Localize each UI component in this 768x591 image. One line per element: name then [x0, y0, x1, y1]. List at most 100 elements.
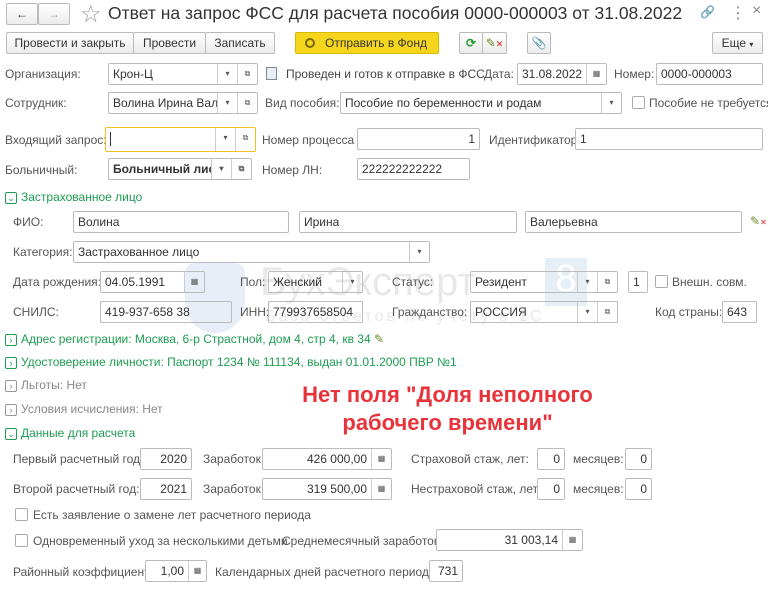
- annotation-line1: Нет поля "Доля неполного: [302, 382, 593, 407]
- nonins-months-field[interactable]: 0: [625, 478, 652, 500]
- birth-field[interactable]: 04.05.1991 ▦: [100, 271, 205, 293]
- calendar-icon[interactable]: ▦: [184, 272, 204, 292]
- more-label: Еще: [721, 36, 747, 50]
- coef-field[interactable]: 1,00 ▦: [145, 560, 207, 582]
- insured-section-toggle[interactable]: ⌄ Застрахованное лицо: [5, 190, 142, 204]
- dropdown-icon[interactable]: ▾: [217, 93, 237, 113]
- category-select[interactable]: Застрахованное лицо ▾: [73, 241, 430, 263]
- days-field[interactable]: 731: [429, 560, 463, 582]
- address-section-toggle[interactable]: › Адрес регистрации: Москва, 6-р Страстно…: [5, 332, 384, 346]
- external-combo-checkbox[interactable]: [655, 275, 668, 288]
- chevron-right-icon: ›: [5, 356, 17, 369]
- multi-children-label: Одновременный уход за несколькими детьми: [33, 534, 288, 548]
- calculator-icon[interactable]: ▦: [188, 561, 206, 581]
- birth-label: Дата рождения:: [13, 275, 101, 289]
- benefits-section-toggle[interactable]: › Льготы: Нет: [5, 378, 87, 392]
- year2-field[interactable]: 2021: [140, 478, 192, 500]
- calc-section-toggle[interactable]: ⌄ Данные для расчета: [5, 426, 135, 440]
- dropdown-icon[interactable]: ▾: [342, 272, 362, 292]
- not-required-checkbox[interactable]: [632, 96, 645, 109]
- ins-months-field[interactable]: 0: [625, 448, 652, 470]
- open-icon[interactable]: ⧉: [597, 272, 617, 292]
- dropdown-icon[interactable]: ▾: [409, 242, 429, 262]
- open-icon[interactable]: ⧉: [235, 128, 255, 151]
- months-label: месяцев:: [573, 452, 624, 466]
- open-icon[interactable]: ⧉: [237, 93, 257, 113]
- ins-years-field[interactable]: 0: [537, 448, 565, 470]
- date-label: Дата:: [484, 67, 514, 81]
- refresh-button[interactable]: ⟳: [459, 32, 483, 54]
- edit-clear-icon[interactable]: ✎✕: [750, 214, 767, 228]
- middle-name-field[interactable]: Валерьевна: [525, 211, 742, 233]
- calculator-icon[interactable]: ▦: [562, 530, 582, 550]
- multi-children-checkbox[interactable]: [15, 534, 28, 547]
- dropdown-icon[interactable]: ▾: [211, 159, 231, 179]
- coef-value: 1,00: [160, 564, 184, 578]
- benefit-select[interactable]: Пособие по беременности и родам ▾: [340, 92, 622, 114]
- open-icon[interactable]: ⧉: [237, 64, 257, 84]
- number-field[interactable]: 0000-000003: [656, 63, 763, 85]
- year1-field[interactable]: 2020: [140, 448, 192, 470]
- citizen-field[interactable]: РОССИЯ ▾ ⧉: [470, 301, 618, 323]
- dropdown-icon[interactable]: ▾: [217, 64, 237, 84]
- country-field[interactable]: 643: [722, 301, 757, 323]
- sick-field[interactable]: Больничный лист ▾ ⧉: [108, 158, 252, 180]
- replace-years-checkbox[interactable]: [15, 508, 28, 521]
- sex-select[interactable]: Женский ▾: [268, 271, 363, 293]
- nonins-years-field[interactable]: 0: [537, 478, 565, 500]
- citizen-label: Гражданство:: [392, 305, 468, 319]
- earn2-field[interactable]: 319 500,00 ▦: [262, 478, 392, 500]
- send-to-fund-button[interactable]: Отправить в Фонд: [295, 32, 439, 54]
- conditions-section-toggle[interactable]: › Условия исчисления: Нет: [5, 402, 163, 416]
- chevron-down-icon: ⌄: [5, 191, 17, 204]
- conditions-text: Условия исчисления: Нет: [21, 402, 163, 416]
- post-and-close-button[interactable]: Провести и закрыть: [6, 32, 134, 54]
- org-field[interactable]: Крон-Ц ▾ ⧉: [108, 63, 258, 85]
- calc-title: Данные для расчета: [21, 426, 136, 440]
- dropdown-icon[interactable]: ▾: [215, 128, 235, 151]
- clear-edit-button[interactable]: ✎✕: [482, 32, 507, 54]
- status-field[interactable]: Резидент ▾ ⧉: [470, 271, 618, 293]
- identity-section-toggle[interactable]: › Удостоверение личности: Паспорт 1234 № …: [5, 355, 457, 369]
- category-value: Застрахованное лицо: [78, 245, 200, 259]
- back-button[interactable]: ←: [6, 3, 38, 25]
- dropdown-icon[interactable]: ▾: [577, 272, 597, 292]
- dropdown-icon[interactable]: ▾: [577, 302, 597, 322]
- close-icon[interactable]: ×: [752, 2, 761, 20]
- ins-label: Страховой стаж, лет:: [411, 452, 529, 466]
- ln-field[interactable]: 222222222222: [357, 158, 470, 180]
- post-button[interactable]: Провести: [133, 32, 206, 54]
- id-field[interactable]: 1: [575, 128, 763, 150]
- insured-section-title: Застрахованное лицо: [21, 190, 143, 204]
- employee-field[interactable]: Волина Ирина Валерьевн ▾ ⧉: [108, 92, 258, 114]
- pencil-icon[interactable]: ✎: [374, 332, 384, 346]
- more-button[interactable]: Еще ▾: [712, 32, 763, 54]
- process-field[interactable]: 1: [357, 128, 480, 150]
- first-name-field[interactable]: Ирина: [299, 211, 517, 233]
- snils-field[interactable]: 419-937-658 38: [100, 301, 232, 323]
- more-menu-icon[interactable]: ⋮: [730, 3, 746, 23]
- avg-field[interactable]: 31 003,14 ▦: [436, 529, 583, 551]
- link-icon[interactable]: 🔗: [700, 5, 715, 19]
- calculator-icon[interactable]: ▦: [371, 449, 391, 469]
- dropdown-icon[interactable]: ▾: [601, 93, 621, 113]
- inn-field[interactable]: 779937658504: [268, 301, 363, 323]
- open-icon[interactable]: ⧉: [597, 302, 617, 322]
- date-field[interactable]: 31.08.2022 ▦: [517, 63, 607, 85]
- status-code-field[interactable]: 1: [628, 271, 648, 293]
- inn-label: ИНН:: [240, 305, 270, 319]
- open-icon[interactable]: ⧉: [231, 159, 251, 179]
- last-name-field[interactable]: Волина: [73, 211, 289, 233]
- org-label: Организация:: [5, 67, 81, 81]
- calculator-icon[interactable]: ▦: [371, 479, 391, 499]
- request-field[interactable]: ▾ ⧉: [105, 127, 256, 152]
- calendar-icon[interactable]: ▦: [586, 64, 606, 84]
- chevron-down-icon: ▾: [749, 40, 754, 49]
- favorite-star-icon[interactable]: ☆: [80, 0, 102, 29]
- benefits-text: Льготы: Нет: [21, 378, 87, 392]
- save-button[interactable]: Записать: [205, 32, 275, 54]
- forward-button[interactable]: →: [38, 3, 70, 25]
- earn1-field[interactable]: 426 000,00 ▦: [262, 448, 392, 470]
- external-combo-label: Внешн. совм.: [672, 275, 747, 289]
- attach-button[interactable]: 📎: [527, 32, 551, 54]
